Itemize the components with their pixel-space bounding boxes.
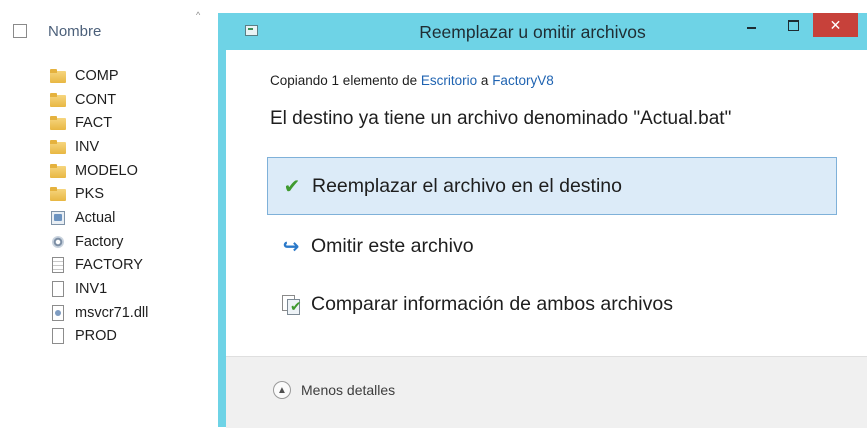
dialog-content: Copiando 1 elemento de Escritorio a Fact… xyxy=(226,50,867,428)
list-item[interactable]: msvcr71.dll xyxy=(50,301,148,325)
list-item[interactable]: FACT xyxy=(50,111,148,135)
compare-files-icon: ✔ xyxy=(281,294,302,315)
compare-option-label: Comparar información de ambos archivos xyxy=(311,292,673,315)
replace-or-skip-dialog: Reemplazar u omitir archivos ✕ Copiando … xyxy=(218,13,867,428)
name-column-header[interactable]: Nombre ^ xyxy=(0,10,228,46)
list-item[interactable]: INV xyxy=(50,135,148,159)
close-button[interactable]: ✕ xyxy=(813,13,858,37)
compare-files-option[interactable]: ✔ Comparar información de ambos archivos xyxy=(267,275,837,333)
folder-icon xyxy=(50,115,66,131)
folder-icon xyxy=(50,186,66,202)
text-file-icon xyxy=(50,257,66,274)
list-item[interactable]: CONT xyxy=(50,88,148,112)
file-name: Factory xyxy=(75,233,124,250)
list-item[interactable]: PKS xyxy=(50,182,148,206)
list-item[interactable]: Actual xyxy=(50,206,148,230)
copy-mid: a xyxy=(480,73,489,88)
destination-link[interactable]: FactoryV8 xyxy=(492,73,554,88)
dialog-title: Reemplazar u omitir archivos xyxy=(419,22,646,42)
list-item[interactable]: FACTORY xyxy=(50,254,148,278)
dialog-footer: ▲ Menos detalles xyxy=(226,356,867,428)
copy-prefix: Copiando 1 elemento de xyxy=(270,73,418,88)
file-name: MODELO xyxy=(75,162,138,179)
minimize-button[interactable] xyxy=(737,13,765,37)
file-name: CONT xyxy=(75,91,117,108)
skip-arrow-icon: ↪ xyxy=(282,235,300,258)
replace-option-label: Reemplazar el archivo en el destino xyxy=(312,174,623,197)
fewer-details-button[interactable]: ▲ Menos detalles xyxy=(273,381,395,399)
file-explorer-list: Nombre ^ COMP CONT FACT INV MODELO PKS A… xyxy=(0,0,228,427)
file-name: COMP xyxy=(75,67,119,84)
checkmark-icon: ✔ xyxy=(283,175,301,198)
fewer-details-label: Menos detalles xyxy=(301,382,396,398)
file-icon xyxy=(50,328,66,345)
chevron-up-icon: ▲ xyxy=(273,381,291,399)
file-name: PROD xyxy=(75,328,117,345)
skip-file-option[interactable]: ↪ Omitir este archivo xyxy=(267,217,837,275)
dialog-title-wrap: Reemplazar u omitir archivos xyxy=(218,22,867,43)
list-item[interactable]: MODELO xyxy=(50,159,148,183)
folder-icon xyxy=(50,139,66,155)
source-link[interactable]: Escritorio xyxy=(421,73,477,88)
name-column-label[interactable]: Nombre xyxy=(48,23,101,40)
skip-option-label: Omitir este archivo xyxy=(311,234,474,257)
dll-icon xyxy=(50,304,66,321)
file-list: COMP CONT FACT INV MODELO PKS Actual Fac… xyxy=(50,64,148,348)
maximize-button[interactable] xyxy=(780,13,806,37)
file-icon xyxy=(50,281,66,298)
replace-file-option[interactable]: ✔ Reemplazar el archivo en el destino xyxy=(267,157,837,215)
select-all-checkbox[interactable] xyxy=(13,24,27,38)
file-name: FACTORY xyxy=(75,257,143,274)
file-name: msvcr71.dll xyxy=(75,304,149,321)
list-item[interactable]: PROD xyxy=(50,325,148,349)
copy-status-line: Copiando 1 elemento de Escritorio a Fact… xyxy=(270,73,554,88)
list-item[interactable]: Factory xyxy=(50,230,148,254)
dialog-title-bar[interactable]: Reemplazar u omitir archivos ✕ xyxy=(218,13,867,50)
list-item[interactable]: COMP xyxy=(50,64,148,88)
conflict-heading: El destino ya tiene un archivo denominad… xyxy=(270,108,732,129)
file-name: INV xyxy=(75,138,100,155)
folder-icon xyxy=(50,68,66,84)
list-item[interactable]: INV1 xyxy=(50,277,148,301)
gear-icon xyxy=(50,234,66,250)
close-icon: ✕ xyxy=(829,16,842,33)
file-name: INV1 xyxy=(75,281,108,298)
file-name: FACT xyxy=(75,115,113,132)
sort-ascending-icon: ^ xyxy=(196,10,201,20)
file-name: PKS xyxy=(75,186,105,203)
shortcut-icon xyxy=(50,210,66,226)
folder-icon xyxy=(50,163,66,179)
file-name: Actual xyxy=(75,209,116,226)
folder-icon xyxy=(50,92,66,108)
